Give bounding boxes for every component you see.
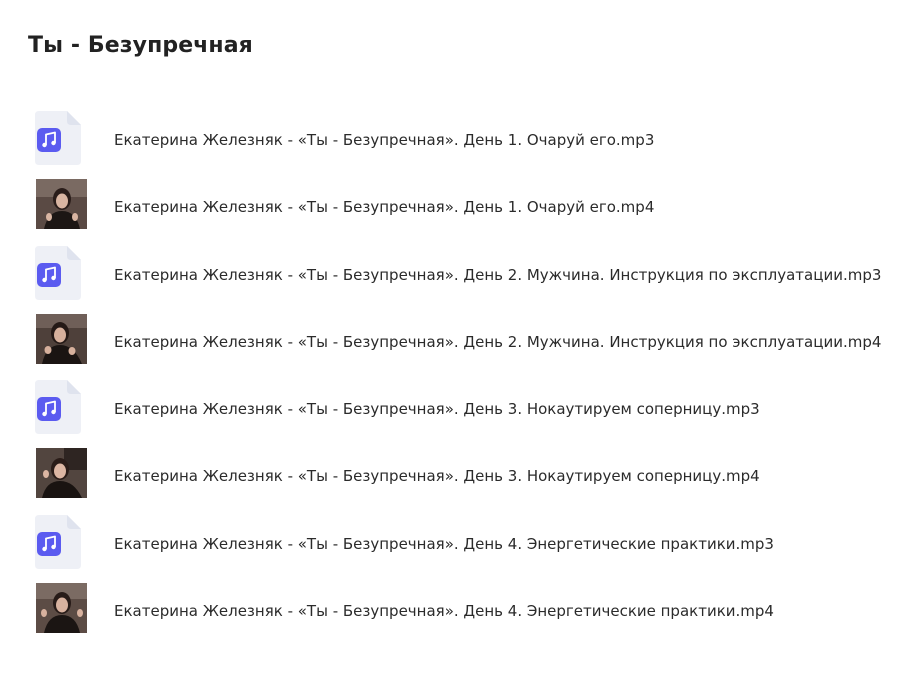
file-list: Екатерина Железняк - «Ты - Безупречная».… <box>28 111 900 656</box>
file-name: Екатерина Железняк - «Ты - Безупречная».… <box>114 467 760 486</box>
file-thumbnail <box>33 178 89 234</box>
file-thumbnail <box>33 245 89 302</box>
audio-file-icon <box>35 380 81 435</box>
file-name: Екатерина Железняк - «Ты - Безупречная».… <box>114 602 774 621</box>
file-name: Екатерина Железняк - «Ты - Безупречная».… <box>114 265 882 284</box>
file-thumbnail <box>33 313 89 369</box>
video-thumbnail <box>36 179 87 230</box>
music-note-icon <box>37 397 61 422</box>
folder-page: Ты - Безупречная Екатерина Железняк - «Т… <box>0 0 900 684</box>
file-row[interactable]: Екатерина Железняк - «Ты - Безупречная».… <box>28 111 900 185</box>
music-note-icon <box>37 128 61 152</box>
file-row[interactable]: Екатерина Железняк - «Ты - Безупречная».… <box>28 245 900 320</box>
file-thumbnail <box>33 380 89 436</box>
file-row[interactable]: Екатерина Железняк - «Ты - Безупречная».… <box>28 313 900 387</box>
video-thumbnail <box>36 448 87 499</box>
file-thumbnail <box>33 447 89 503</box>
audio-file-icon <box>35 514 81 569</box>
file-thumbnail <box>33 111 89 167</box>
file-row[interactable]: Екатерина Железняк - «Ты - Безупречная».… <box>28 583 900 656</box>
music-note-icon <box>37 262 61 287</box>
video-thumbnail <box>36 313 87 364</box>
file-name: Екатерина Железняк - «Ты - Безупречная».… <box>114 198 655 217</box>
audio-file-icon <box>35 245 81 300</box>
file-name: Екатерина Железняк - «Ты - Безупречная».… <box>114 400 760 419</box>
file-row[interactable]: Екатерина Железняк - «Ты - Безупречная».… <box>28 380 900 454</box>
file-name: Екатерина Железняк - «Ты - Безупречная».… <box>114 332 882 351</box>
audio-file-icon <box>35 111 81 165</box>
music-note-icon <box>37 531 61 556</box>
video-thumbnail <box>36 583 87 634</box>
file-row[interactable]: Екатерина Железняк - «Ты - Безупречная».… <box>28 179 900 252</box>
file-thumbnail <box>33 582 89 638</box>
file-name: Екатерина Железняк - «Ты - Безупречная».… <box>114 534 774 553</box>
file-row[interactable]: Екатерина Железняк - «Ты - Безупречная».… <box>28 448 900 521</box>
file-name: Екатерина Железняк - «Ты - Безупречная».… <box>114 131 655 149</box>
folder-title: Ты - Безупречная <box>28 33 253 58</box>
file-thumbnail <box>33 514 89 571</box>
file-row[interactable]: Екатерина Железняк - «Ты - Безупречная».… <box>28 514 900 589</box>
